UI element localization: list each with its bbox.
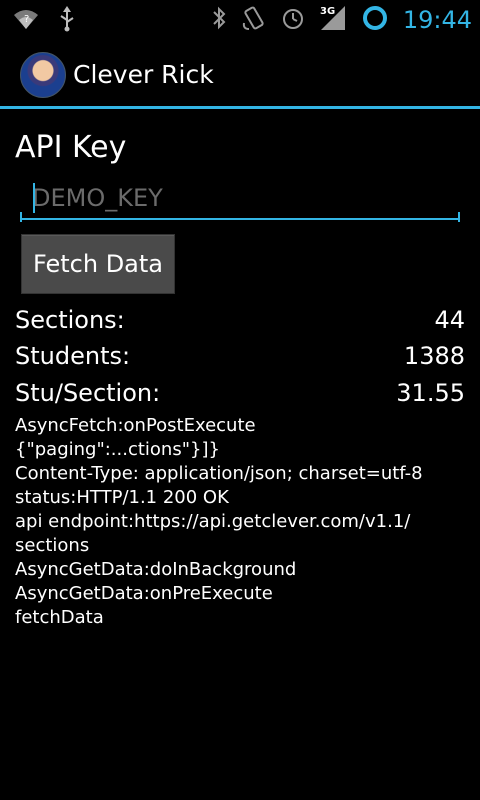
svg-text:3G: 3G [320, 6, 335, 17]
log-line: AsyncGetData:doInBackground [15, 559, 297, 580]
stat-row-stu-section: Stu/Section: 31.55 [15, 378, 465, 408]
bluetooth-icon [211, 5, 227, 35]
log-line: AsyncGetData:onPreExecute [15, 583, 273, 604]
stat-label: Students: [15, 342, 131, 370]
stat-row-sections: Sections: 44 [15, 305, 465, 335]
log-line: {"paging":...ctions"}]} [15, 439, 220, 460]
api-key-input[interactable] [20, 178, 460, 220]
stat-row-students: Students: 1388 [15, 341, 465, 371]
stat-value: 44 [434, 306, 465, 334]
signal-icon: 3G [319, 4, 347, 36]
log-line: fetchData [15, 607, 104, 628]
log-line: status:HTTP/1.1 200 OK [15, 487, 229, 508]
action-bar: Clever Rick [0, 38, 480, 109]
input-edge-right [458, 212, 460, 222]
stat-value: 1388 [403, 342, 465, 370]
text-cursor [33, 183, 35, 213]
status-bar-right: 3G 19:44 [211, 4, 472, 36]
stat-label: Stu/Section: [15, 379, 161, 407]
stat-value: 31.55 [396, 379, 465, 407]
status-bar-left: ? [12, 6, 76, 36]
wifi-icon: ? [12, 7, 40, 35]
status-bar: ? 3G 19:44 [0, 0, 480, 38]
app-icon[interactable] [20, 52, 66, 98]
app-title: Clever Rick [73, 60, 214, 89]
log-line: AsyncFetch:onPostExecute [15, 415, 256, 436]
stat-label: Sections: [15, 306, 125, 334]
alarm-icon [281, 5, 305, 35]
fetch-data-button[interactable]: Fetch Data [21, 234, 175, 294]
api-key-label: API Key [15, 130, 127, 165]
log-output: AsyncFetch:onPostExecute {"paging":...ct… [15, 414, 465, 630]
usb-icon [58, 6, 76, 36]
log-line: sections [15, 535, 90, 556]
status-bar-clock: 19:44 [402, 6, 472, 34]
rotate-icon [241, 5, 267, 35]
svg-text:?: ? [24, 14, 29, 25]
ring-icon [361, 4, 389, 36]
log-line: Content-Type: application/json; charset=… [15, 463, 423, 484]
log-line: api endpoint:https://api.getclever.com/v… [15, 511, 411, 532]
input-edge-left [20, 212, 22, 222]
